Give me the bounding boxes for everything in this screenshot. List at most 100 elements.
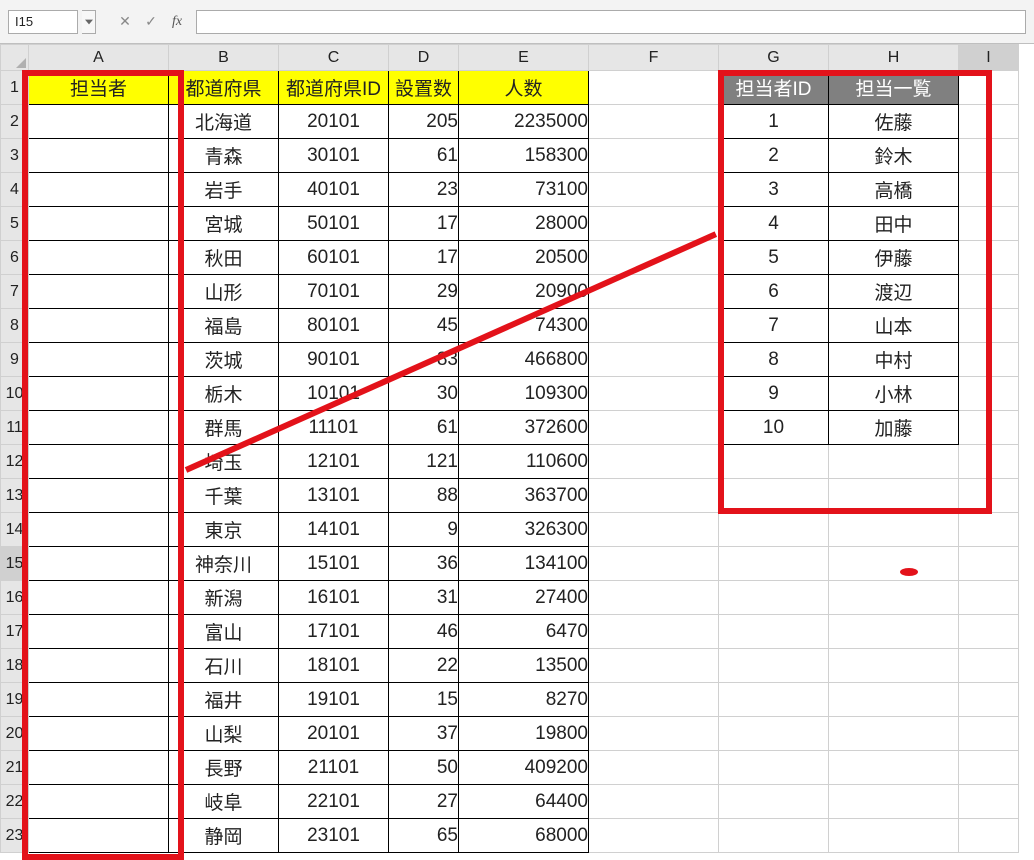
row-header[interactable]: 1 <box>1 71 29 105</box>
cell[interactable] <box>719 615 829 649</box>
cell[interactable]: 1 <box>719 105 829 139</box>
cell[interactable]: 田中 <box>829 207 959 241</box>
row-header[interactable]: 22 <box>1 785 29 819</box>
cell[interactable]: 19800 <box>459 717 589 751</box>
row-header[interactable]: 2 <box>1 105 29 139</box>
cell[interactable]: 90101 <box>279 343 389 377</box>
cell[interactable] <box>959 275 1019 309</box>
cell[interactable]: 68000 <box>459 819 589 853</box>
cell[interactable]: 74300 <box>459 309 589 343</box>
cell[interactable]: 46 <box>389 615 459 649</box>
cell[interactable] <box>589 581 719 615</box>
cell[interactable] <box>829 445 959 479</box>
cell[interactable]: 8 <box>719 343 829 377</box>
row-header[interactable]: 18 <box>1 649 29 683</box>
cell[interactable] <box>959 207 1019 241</box>
cell[interactable] <box>589 139 719 173</box>
cell[interactable] <box>29 207 169 241</box>
cell[interactable]: 7 <box>719 309 829 343</box>
cell[interactable] <box>29 343 169 377</box>
row-header[interactable]: 19 <box>1 683 29 717</box>
cell[interactable]: 10 <box>719 411 829 445</box>
cell[interactable] <box>829 785 959 819</box>
cell[interactable] <box>589 717 719 751</box>
cell[interactable]: 設置数 <box>389 71 459 105</box>
row-header[interactable]: 16 <box>1 581 29 615</box>
cell[interactable]: 14101 <box>279 513 389 547</box>
cell[interactable]: 都道府県ID <box>279 71 389 105</box>
cell[interactable] <box>829 547 959 581</box>
cell[interactable]: 8270 <box>459 683 589 717</box>
cell[interactable]: 山形 <box>169 275 279 309</box>
cell[interactable]: 山梨 <box>169 717 279 751</box>
cell[interactable] <box>829 479 959 513</box>
cell[interactable] <box>589 785 719 819</box>
cell[interactable] <box>589 173 719 207</box>
col-header-D[interactable]: D <box>389 45 459 71</box>
row-header[interactable]: 20 <box>1 717 29 751</box>
cell[interactable] <box>29 411 169 445</box>
row-header[interactable]: 15 <box>1 547 29 581</box>
cell[interactable]: 29 <box>389 275 459 309</box>
cell[interactable] <box>719 785 829 819</box>
cell[interactable] <box>719 819 829 853</box>
cell[interactable] <box>829 581 959 615</box>
cell[interactable] <box>959 411 1019 445</box>
cell[interactable]: 30101 <box>279 139 389 173</box>
cell[interactable]: 83 <box>389 343 459 377</box>
cell[interactable] <box>589 751 719 785</box>
cell[interactable] <box>589 547 719 581</box>
cell[interactable] <box>829 649 959 683</box>
cell[interactable]: 6470 <box>459 615 589 649</box>
cell[interactable] <box>589 819 719 853</box>
cell[interactable]: 466800 <box>459 343 589 377</box>
row-header[interactable]: 10 <box>1 377 29 411</box>
accept-formula-button[interactable]: ✓ <box>140 11 162 33</box>
cell[interactable] <box>589 377 719 411</box>
cell[interactable]: 宮城 <box>169 207 279 241</box>
cell[interactable] <box>959 581 1019 615</box>
row-header[interactable]: 3 <box>1 139 29 173</box>
cell[interactable] <box>29 309 169 343</box>
row-header[interactable]: 14 <box>1 513 29 547</box>
cell[interactable]: 158300 <box>459 139 589 173</box>
cell[interactable] <box>719 717 829 751</box>
cell[interactable] <box>29 683 169 717</box>
cell[interactable] <box>589 343 719 377</box>
row-header[interactable]: 12 <box>1 445 29 479</box>
row-header[interactable]: 8 <box>1 309 29 343</box>
cell[interactable]: 10101 <box>279 377 389 411</box>
cell[interactable]: 60101 <box>279 241 389 275</box>
cell[interactable]: 石川 <box>169 649 279 683</box>
cell[interactable] <box>589 615 719 649</box>
cell[interactable] <box>959 547 1019 581</box>
cell[interactable] <box>719 649 829 683</box>
cell[interactable] <box>829 683 959 717</box>
cell[interactable] <box>29 377 169 411</box>
row-header[interactable]: 9 <box>1 343 29 377</box>
cell[interactable]: 北海道 <box>169 105 279 139</box>
cell[interactable] <box>719 479 829 513</box>
cell[interactable]: 30 <box>389 377 459 411</box>
cell[interactable] <box>589 275 719 309</box>
row-header[interactable]: 23 <box>1 819 29 853</box>
cell[interactable] <box>29 615 169 649</box>
cell[interactable]: 東京 <box>169 513 279 547</box>
cell[interactable] <box>829 751 959 785</box>
cell[interactable]: 134100 <box>459 547 589 581</box>
cell[interactable]: 17101 <box>279 615 389 649</box>
cell[interactable]: 21101 <box>279 751 389 785</box>
cell[interactable]: 茨城 <box>169 343 279 377</box>
name-box[interactable]: I15 <box>8 10 78 34</box>
cell[interactable] <box>829 615 959 649</box>
cell[interactable]: 3 <box>719 173 829 207</box>
cell[interactable]: 110600 <box>459 445 589 479</box>
row-header[interactable]: 17 <box>1 615 29 649</box>
cell[interactable] <box>589 411 719 445</box>
cell[interactable] <box>29 649 169 683</box>
cell[interactable]: 31 <box>389 581 459 615</box>
cell[interactable]: 22 <box>389 649 459 683</box>
cell[interactable]: 6 <box>719 275 829 309</box>
cell[interactable]: 5 <box>719 241 829 275</box>
cell[interactable] <box>959 173 1019 207</box>
